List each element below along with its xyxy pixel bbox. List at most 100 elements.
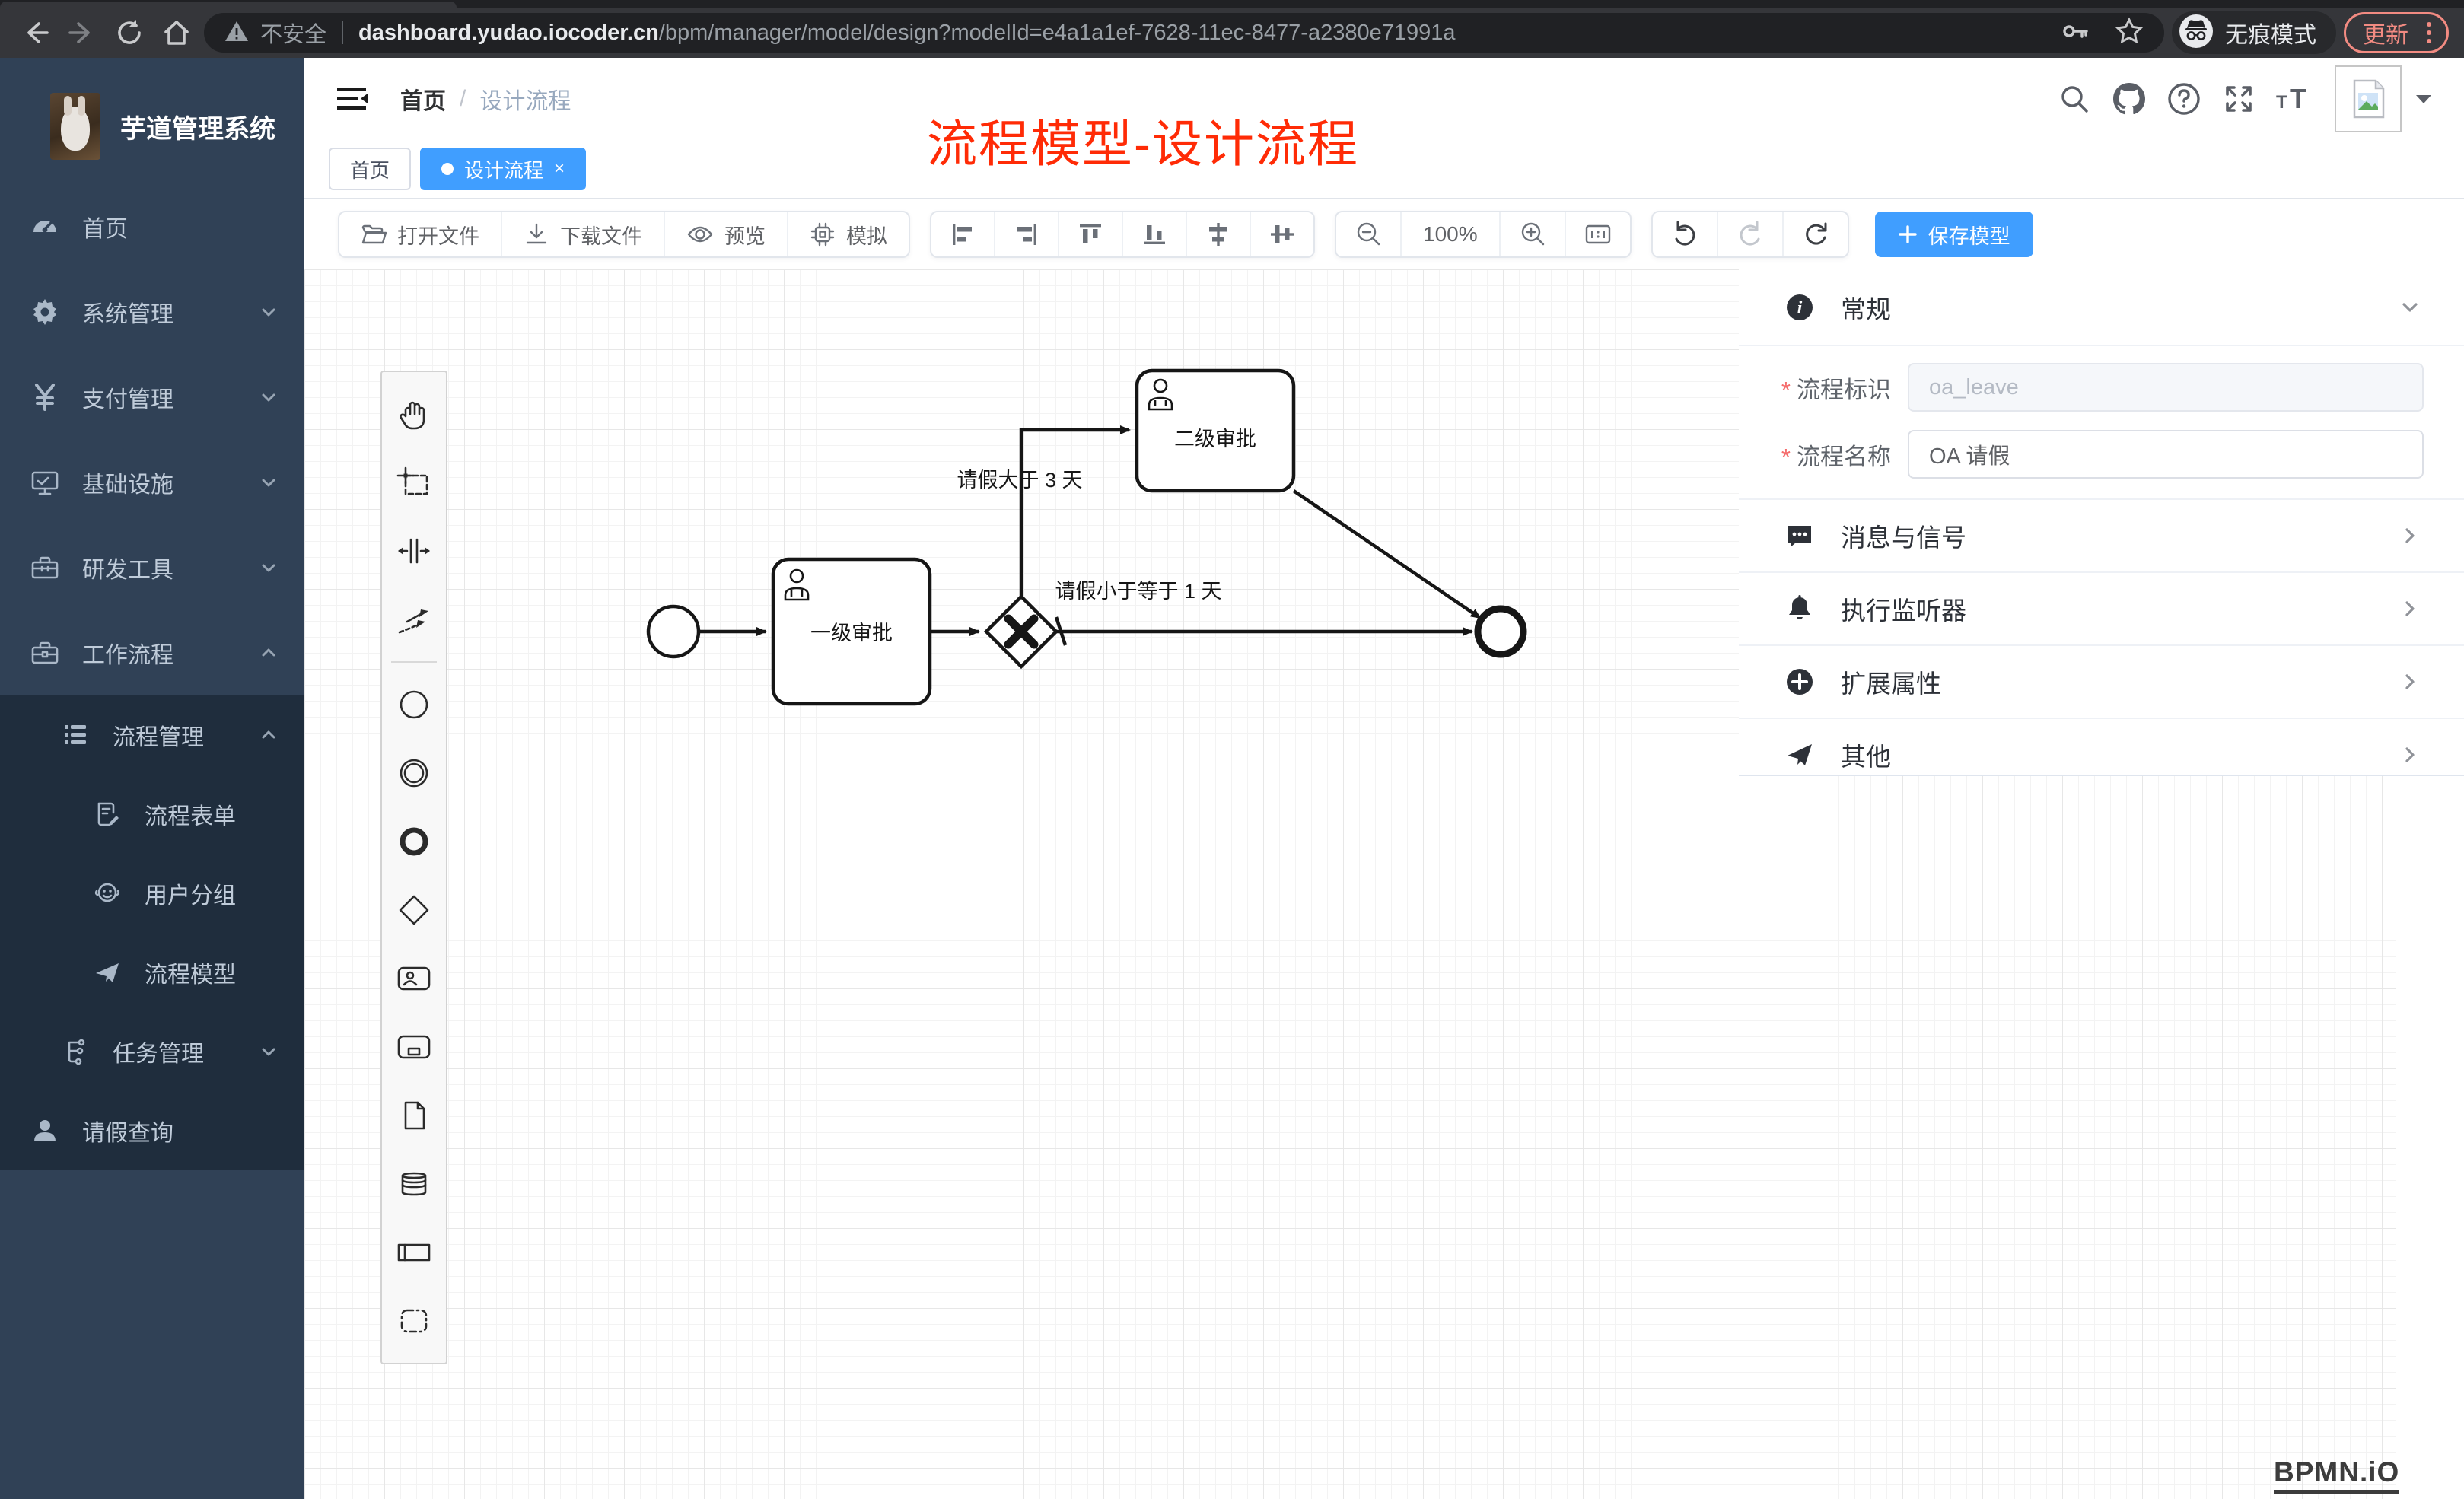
participant-icon[interactable] (382, 1218, 446, 1287)
start-event[interactable] (648, 606, 699, 657)
group-icon[interactable] (382, 1287, 446, 1355)
sidebar-collapse-icon[interactable] (335, 84, 368, 114)
form-icon (93, 800, 122, 829)
forward-icon[interactable] (62, 13, 102, 53)
chevron-right-icon (2399, 524, 2421, 547)
process-key-input[interactable] (1908, 363, 2424, 412)
sidebar-item-home[interactable]: 首页 (0, 184, 304, 269)
bpmn-io-watermark[interactable]: BPMN.iO (2274, 1456, 2399, 1494)
chevron-down-icon (259, 1042, 279, 1061)
breadcrumb-home[interactable]: 首页 (400, 82, 446, 116)
start-event-icon[interactable] (382, 670, 446, 739)
zoom-out-icon[interactable] (1336, 212, 1400, 256)
zoom-reset-icon[interactable] (1565, 212, 1630, 256)
plus-circle-icon (1784, 667, 1815, 697)
fullscreen-icon[interactable] (2217, 78, 2260, 120)
caret-down-icon[interactable] (2414, 91, 2434, 107)
back-icon[interactable] (15, 13, 55, 53)
tab-design-process[interactable]: 设计流程 × (420, 148, 586, 190)
palette-separator (391, 661, 437, 663)
simulate-button[interactable]: 模拟 (787, 212, 909, 256)
space-tool-icon[interactable] (382, 517, 446, 585)
align-button-group (930, 211, 1315, 258)
sidebar-item-process-form[interactable]: 流程表单 (0, 775, 304, 854)
exclusive-gateway[interactable] (986, 597, 1056, 667)
sidebar-item-leave-query[interactable]: 请假查询 (0, 1091, 304, 1170)
chevron-down-icon (2399, 296, 2421, 319)
browser-menu-icon[interactable] (2422, 22, 2436, 43)
sidebar-item-workflow[interactable]: 工作流程 (0, 610, 304, 695)
bpmn-canvas[interactable]: 一级审批 请假大于 3 天 二级审批 (304, 269, 2464, 1499)
flow-gateway-task2[interactable] (1021, 430, 1129, 597)
gateway-icon[interactable] (382, 876, 446, 944)
zoom-in-icon[interactable] (1499, 212, 1565, 256)
github-icon[interactable] (2108, 78, 2150, 120)
sidebar-item-user-group[interactable]: 用户分组 (0, 854, 304, 933)
security-label[interactable]: 不安全 (260, 17, 326, 49)
bookmark-star-icon[interactable] (2114, 16, 2144, 50)
section-message-signal[interactable]: 消息与信号 (1739, 498, 2464, 571)
align-top-icon[interactable] (1058, 212, 1122, 256)
address-bar[interactable]: 不安全 dashboard.yudao.iocoder.cn/bpm/manag… (204, 13, 2164, 53)
restart-icon[interactable] (1782, 212, 1848, 256)
section-other[interactable]: 其他 (1739, 718, 2464, 791)
font-size-icon[interactable]: TT (2272, 78, 2315, 120)
home-icon[interactable] (157, 13, 196, 53)
section-general[interactable]: i 常规 (1739, 269, 2464, 345)
sidebar-item-process-mgmt[interactable]: 流程管理 (0, 695, 304, 775)
sidebar-item-process-model[interactable]: 流程模型 (0, 933, 304, 1012)
chevron-up-icon (259, 725, 279, 745)
update-button[interactable]: 更新 (2344, 12, 2449, 53)
global-connect-tool-icon[interactable] (382, 585, 446, 654)
chevron-right-icon (2399, 743, 2421, 766)
app-logo-row[interactable]: 芋道管理系统 (0, 58, 304, 160)
intermediate-event-icon[interactable] (382, 739, 446, 807)
sidebar-item-devtools[interactable]: 研发工具 (0, 525, 304, 610)
call-activity-icon[interactable] (382, 1013, 446, 1081)
data-store-icon[interactable] (382, 1150, 446, 1218)
browser-tab[interactable] (0, 2, 457, 8)
lasso-tool-icon[interactable] (382, 448, 446, 517)
preview-button[interactable]: 预览 (664, 212, 787, 256)
process-name-label: 流程名称 (1797, 444, 1891, 470)
help-icon[interactable] (2163, 78, 2205, 120)
redo-icon[interactable] (1717, 212, 1782, 256)
end-event[interactable] (1478, 609, 1523, 654)
chevron-down-icon (259, 302, 279, 322)
tab-home[interactable]: 首页 (329, 148, 411, 190)
user-icon (30, 1116, 59, 1145)
download-file-button[interactable]: 下载文件 (501, 212, 664, 256)
align-center-icon[interactable] (1186, 212, 1250, 256)
tab-close-icon[interactable]: × (554, 160, 565, 178)
hand-tool-icon[interactable] (382, 380, 446, 448)
data-object-icon[interactable] (382, 1081, 446, 1150)
align-bottom-icon[interactable] (1122, 212, 1186, 256)
reload-icon[interactable] (110, 13, 149, 53)
workflow-submenu: 流程管理 流程表单 用户分组 (0, 695, 304, 1170)
zoom-button-group: 100% (1335, 211, 1632, 258)
section-extended-attrs[interactable]: 扩展属性 (1739, 644, 2464, 718)
avatar[interactable] (2335, 65, 2402, 132)
search-icon[interactable] (2053, 78, 2096, 120)
password-key-icon[interactable] (2059, 16, 2090, 50)
sidebar-item-system[interactable]: 系统管理 (0, 269, 304, 355)
open-file-button[interactable]: 打开文件 (339, 212, 501, 256)
user-task-level1[interactable]: 一级审批 (773, 559, 930, 704)
align-middle-icon[interactable] (1250, 212, 1313, 256)
sidebar-item-payment[interactable]: 支付管理 (0, 355, 304, 440)
url-text[interactable]: dashboard.yudao.iocoder.cn/bpm/manager/m… (358, 21, 1455, 46)
sidebar-item-task-mgmt[interactable]: 任务管理 (0, 1012, 304, 1091)
undo-icon[interactable] (1653, 212, 1717, 256)
dashboard-icon (30, 212, 59, 241)
save-model-button[interactable]: 保存模型 (1875, 212, 2033, 257)
section-execution-listener[interactable]: 执行监听器 (1739, 571, 2464, 644)
end-event-icon[interactable] (382, 807, 446, 876)
flow-task2-end[interactable] (1294, 491, 1480, 618)
align-left-icon[interactable] (931, 212, 994, 256)
flow-label-lte1: 请假小于等于 1 天 (1055, 580, 1221, 603)
sidebar-item-infra[interactable]: 基础设施 (0, 440, 304, 525)
user-task-icon[interactable] (382, 944, 446, 1013)
align-right-icon[interactable] (994, 212, 1058, 256)
user-task-level2[interactable]: 二级审批 (1137, 371, 1294, 491)
process-name-input[interactable] (1908, 430, 2424, 479)
